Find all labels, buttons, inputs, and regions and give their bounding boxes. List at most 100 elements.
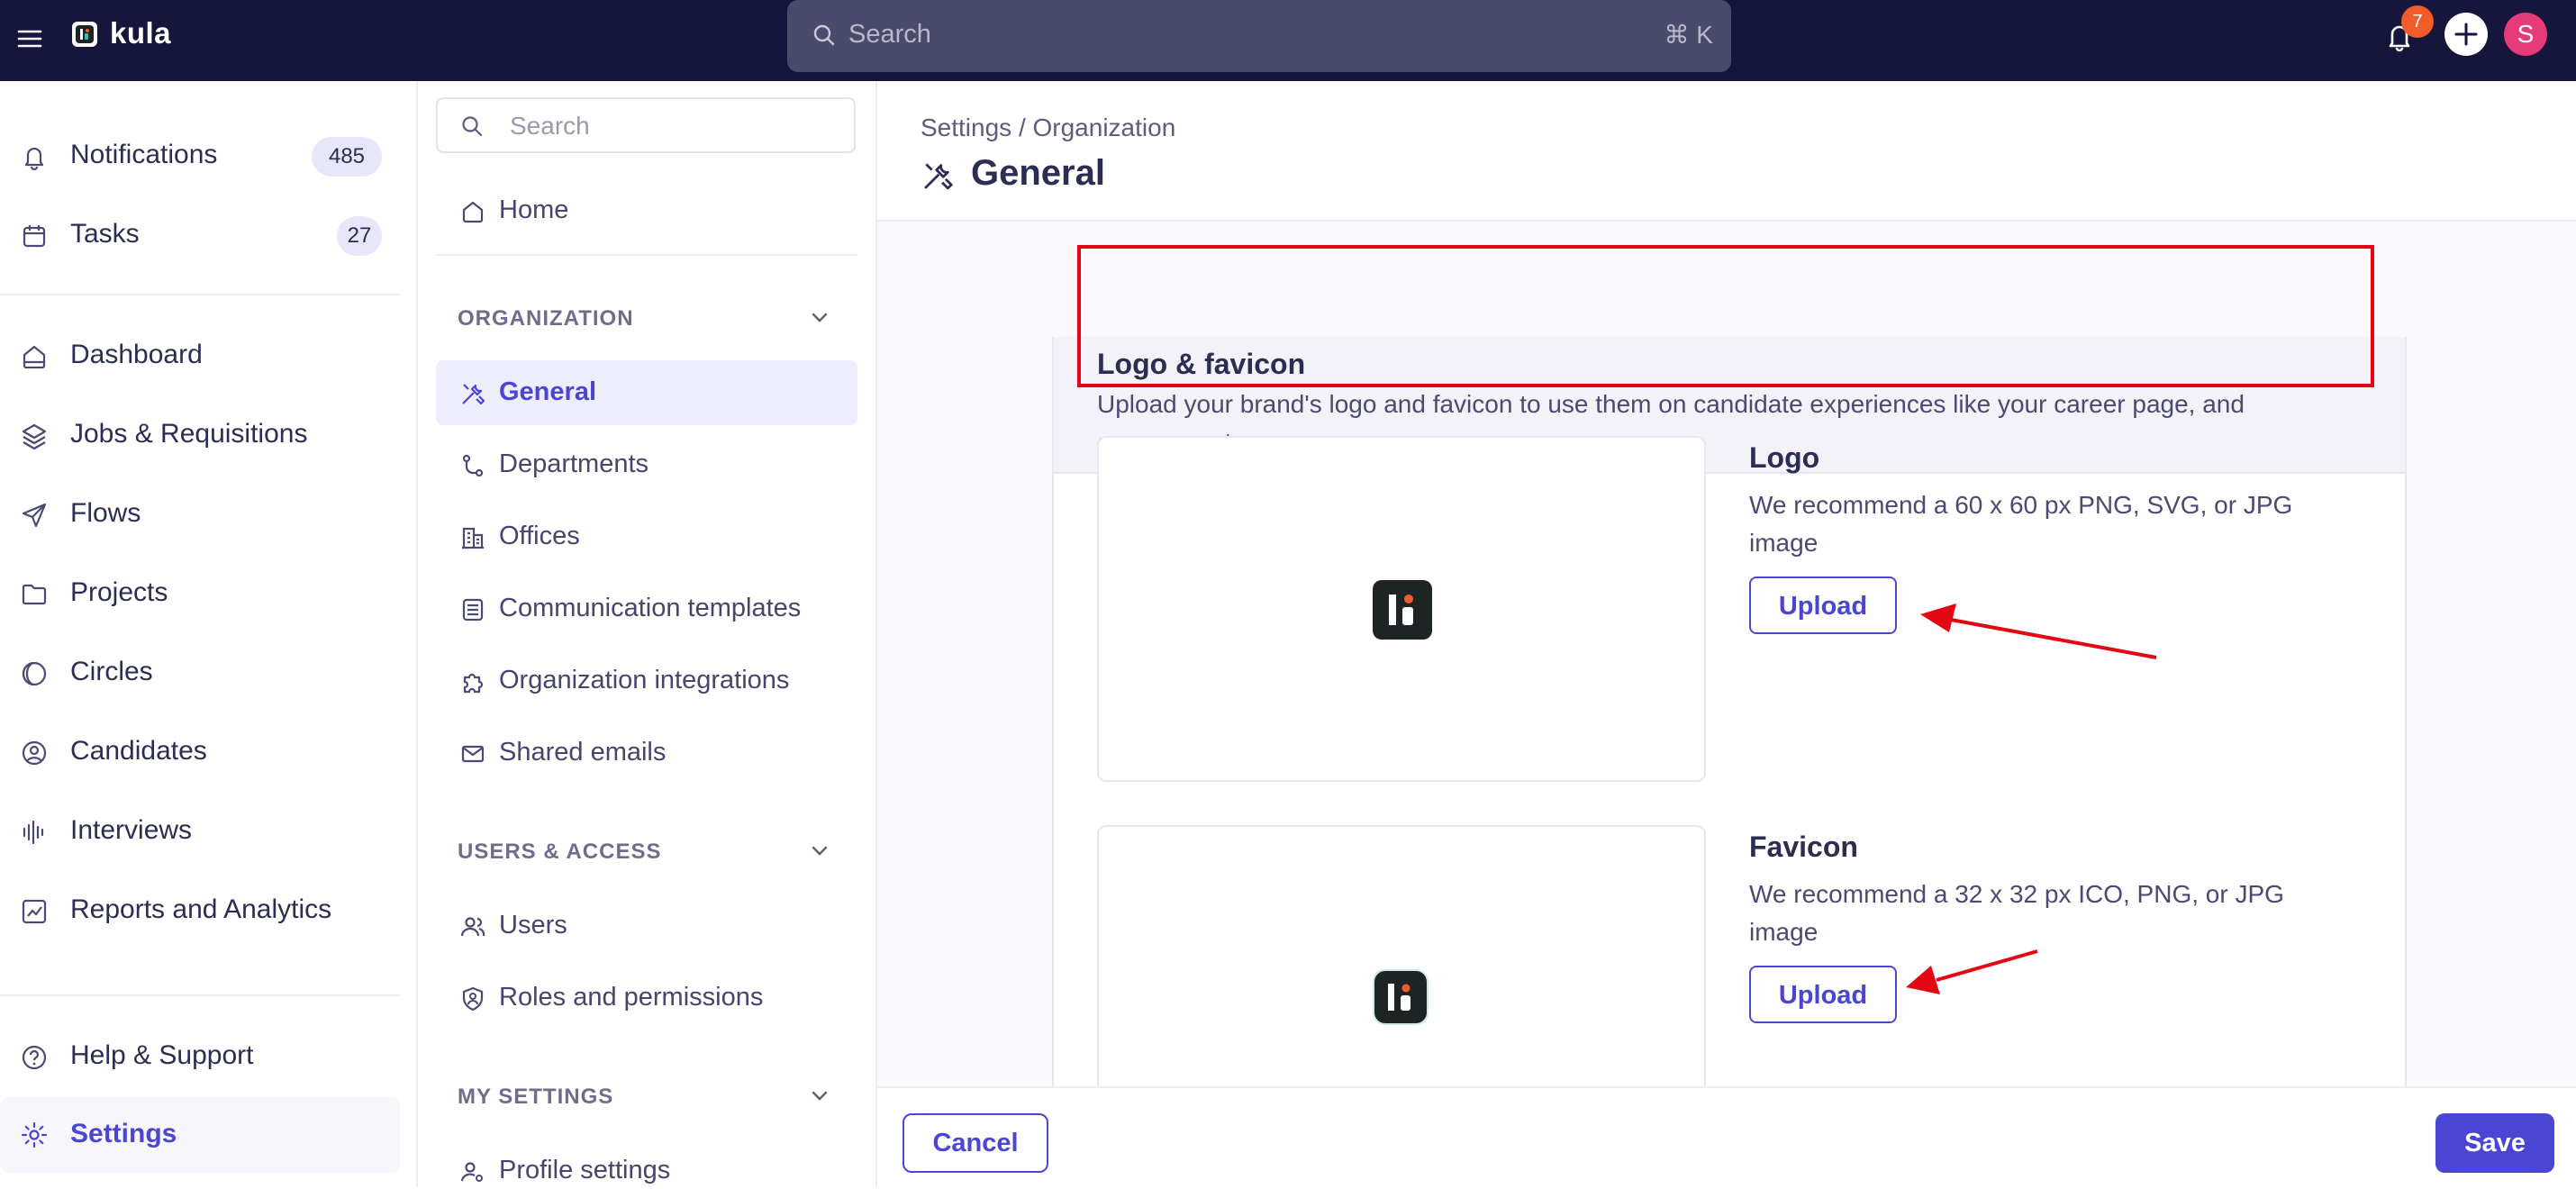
nav-label: Tasks: [70, 219, 140, 249]
settings-sidebar: Search Home ORGANIZATION General Departm…: [418, 81, 877, 1187]
nav-candidates[interactable]: Candidates: [0, 721, 400, 782]
nav-label: Notifications: [70, 140, 218, 169]
search-icon: [811, 22, 838, 49]
subnav-label: Shared emails: [499, 738, 667, 767]
nav-jobs-requisitions[interactable]: Jobs & Requisitions: [0, 404, 400, 465]
subnav-organization-integrations[interactable]: Organization integrations: [436, 649, 857, 713]
subnav-shared-emails[interactable]: Shared emails: [436, 721, 857, 785]
subnav-label: Communication templates: [499, 594, 802, 622]
favicon-upload-button[interactable]: Upload: [1749, 966, 1897, 1023]
user-circle-icon: [20, 739, 49, 767]
nav-reports-analytics[interactable]: Reports and Analytics: [0, 879, 400, 940]
subnav-label: Profile settings: [499, 1156, 671, 1184]
puzzle-icon: [459, 668, 486, 695]
nav-label: Reports and Analytics: [70, 894, 332, 924]
subnav-label: Offices: [499, 522, 580, 550]
help-icon: [20, 1043, 49, 1072]
tasks-count-badge: 27: [337, 216, 382, 256]
home-icon: [459, 198, 486, 225]
search-placeholder: Search: [848, 20, 931, 49]
send-icon: [20, 501, 49, 530]
nav-help-support[interactable]: Help & Support: [0, 1025, 400, 1086]
chevron-down-icon[interactable]: [807, 304, 832, 330]
subnav-profile-settings[interactable]: Profile settings: [436, 1139, 857, 1187]
highlight-box: [1077, 245, 2374, 387]
notification-count-badge: 7: [2401, 5, 2434, 38]
subnav-label: Users: [499, 911, 567, 939]
search-placeholder: Search: [510, 112, 590, 140]
branch-icon: [459, 452, 486, 479]
section-users-access: USERS & ACCESS: [458, 840, 662, 864]
nav-dashboard[interactable]: Dashboard: [0, 324, 400, 386]
mail-icon: [459, 740, 486, 767]
subnav-users[interactable]: Users: [436, 894, 857, 958]
section-my-settings: MY SETTINGS: [458, 1085, 614, 1109]
nav-label: Dashboard: [70, 340, 203, 369]
logo-preview: [1097, 436, 1706, 782]
nav-label: Flows: [70, 498, 141, 528]
chevron-down-icon[interactable]: [807, 838, 832, 863]
subnav-label: Roles and permissions: [499, 983, 764, 1012]
settings-search-input[interactable]: Search: [436, 97, 856, 153]
kula-logo-icon: [1373, 580, 1432, 640]
add-button[interactable]: [2444, 13, 2488, 56]
cancel-button[interactable]: Cancel: [903, 1113, 1048, 1173]
nav-interviews[interactable]: Interviews: [0, 800, 400, 861]
template-icon: [459, 596, 486, 623]
section-organization: ORGANIZATION: [458, 306, 634, 331]
nav-circles[interactable]: Circles: [0, 641, 400, 703]
nav-label: Help & Support: [70, 1040, 254, 1070]
subnav-label: Departments: [499, 449, 649, 478]
gear-icon: [20, 1121, 49, 1149]
top-bar: kula Search ⌘ K 7 S: [0, 0, 2576, 81]
favicon-preview: [1097, 825, 1706, 1086]
kula-logo-icon[interactable]: [72, 22, 97, 47]
brand-name[interactable]: kula: [110, 16, 171, 50]
favicon-description: We recommend a 32 x 32 px ICO, PNG, or J…: [1749, 880, 2284, 946]
shield-user-icon: [459, 985, 486, 1012]
subnav-general[interactable]: General: [436, 360, 857, 425]
subnav-home[interactable]: Home: [436, 178, 857, 243]
nav-tasks[interactable]: Tasks 27: [0, 204, 400, 265]
subnav-offices[interactable]: Offices: [436, 504, 857, 569]
nav-notifications[interactable]: Notifications 485: [0, 124, 400, 186]
logo-upload-button[interactable]: Upload: [1749, 576, 1897, 634]
audio-wave-icon: [20, 818, 49, 847]
hamburger-menu-icon[interactable]: [16, 25, 43, 52]
user-avatar[interactable]: S: [2504, 13, 2547, 56]
favicon-title: Favicon: [1749, 830, 1858, 863]
logo-title: Logo: [1749, 441, 1820, 474]
breadcrumb[interactable]: Settings / Organization: [921, 113, 1175, 142]
global-search-input[interactable]: Search ⌘ K: [787, 0, 1731, 72]
page-title: General: [971, 153, 1105, 193]
kula-favicon-icon: [1374, 971, 1427, 1023]
nav-label: Projects: [70, 577, 168, 607]
nav-label: Settings: [70, 1119, 177, 1148]
chart-icon: [20, 897, 49, 926]
user-gear-icon: [459, 1158, 486, 1185]
subnav-label: General: [499, 377, 596, 406]
save-button[interactable]: Save: [2435, 1113, 2554, 1173]
subnav-communication-templates[interactable]: Communication templates: [436, 576, 857, 641]
nav-projects[interactable]: Projects: [0, 562, 400, 623]
nav-label: Interviews: [70, 815, 193, 845]
building-icon: [459, 524, 486, 551]
notifications-count-badge: 485: [312, 137, 382, 177]
bell-icon: [20, 142, 49, 171]
subnav-departments[interactable]: Departments: [436, 432, 857, 497]
layers-icon: [20, 422, 49, 450]
plus-icon: [2454, 23, 2478, 46]
subnav-roles-permissions[interactable]: Roles and permissions: [436, 966, 857, 1030]
circles-icon: [20, 659, 49, 688]
nav-flows[interactable]: Flows: [0, 483, 400, 544]
nav-label: Circles: [70, 657, 153, 686]
calendar-check-icon: [20, 222, 49, 250]
folder-icon: [20, 580, 49, 609]
home-icon: [20, 342, 49, 371]
chevron-down-icon[interactable]: [807, 1083, 832, 1108]
footer-bar: Cancel Save: [877, 1086, 2576, 1189]
tools-icon: [459, 380, 486, 407]
nav-settings[interactable]: Settings: [0, 1097, 400, 1173]
nav-divider: [0, 294, 400, 295]
nav-label: Candidates: [70, 736, 207, 766]
